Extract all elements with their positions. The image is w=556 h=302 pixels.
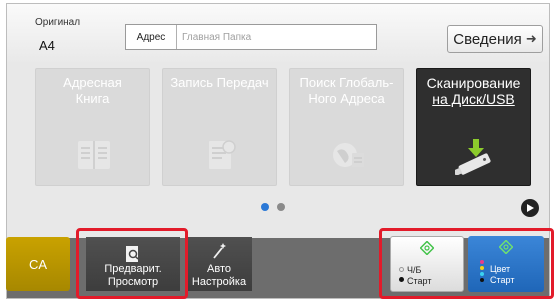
highlight-box: [76, 228, 188, 299]
usb-drive-icon: [455, 139, 491, 175]
highlight-box: [379, 228, 554, 299]
magic-wand-icon: [213, 243, 226, 259]
globe-icon: [333, 143, 364, 167]
auto-settings-label: Авто Настройка: [191, 263, 247, 288]
tile-global-address-search[interactable]: Поиск Глобаль- Ного Адреса: [289, 68, 404, 186]
clear-all-button[interactable]: CA: [6, 237, 70, 291]
tile-label: Адресная Книга: [63, 75, 122, 106]
auto-settings-button[interactable]: Авто Настройка: [186, 237, 252, 291]
page-dot-active[interactable]: [261, 203, 269, 211]
next-page-button[interactable]: [521, 199, 539, 217]
document-clock-icon: [209, 140, 236, 169]
original-label: Оригинал: [35, 17, 81, 28]
original-size[interactable]: A4: [39, 38, 55, 53]
details-button[interactable]: Сведения ➜: [447, 25, 543, 53]
top-bar: Оригинал A4 Адрес Главная Папка Сведения…: [7, 4, 549, 62]
address-value: Главная Папка: [182, 31, 252, 43]
tile-label: Запись Передач: [170, 75, 269, 90]
address-field[interactable]: Адрес Главная Папка: [125, 24, 377, 50]
details-label: Сведения: [453, 30, 522, 48]
tile-label: Поиск Глобаль- Ного Адреса: [299, 75, 394, 106]
tile-scan-to-usb[interactable]: Сканирование на Диск/USB: [416, 68, 531, 186]
address-label: Адрес: [126, 25, 177, 49]
tile-address-book[interactable]: Адресная Книга: [35, 68, 150, 186]
address-book-icon: [78, 141, 110, 169]
page-dot[interactable]: [277, 203, 285, 211]
play-icon: [527, 204, 534, 212]
tile-label: Сканирование на Диск/USB: [426, 75, 521, 107]
arrow-right-icon: ➜: [525, 31, 537, 46]
tile-job-log[interactable]: Запись Передач: [162, 68, 277, 186]
